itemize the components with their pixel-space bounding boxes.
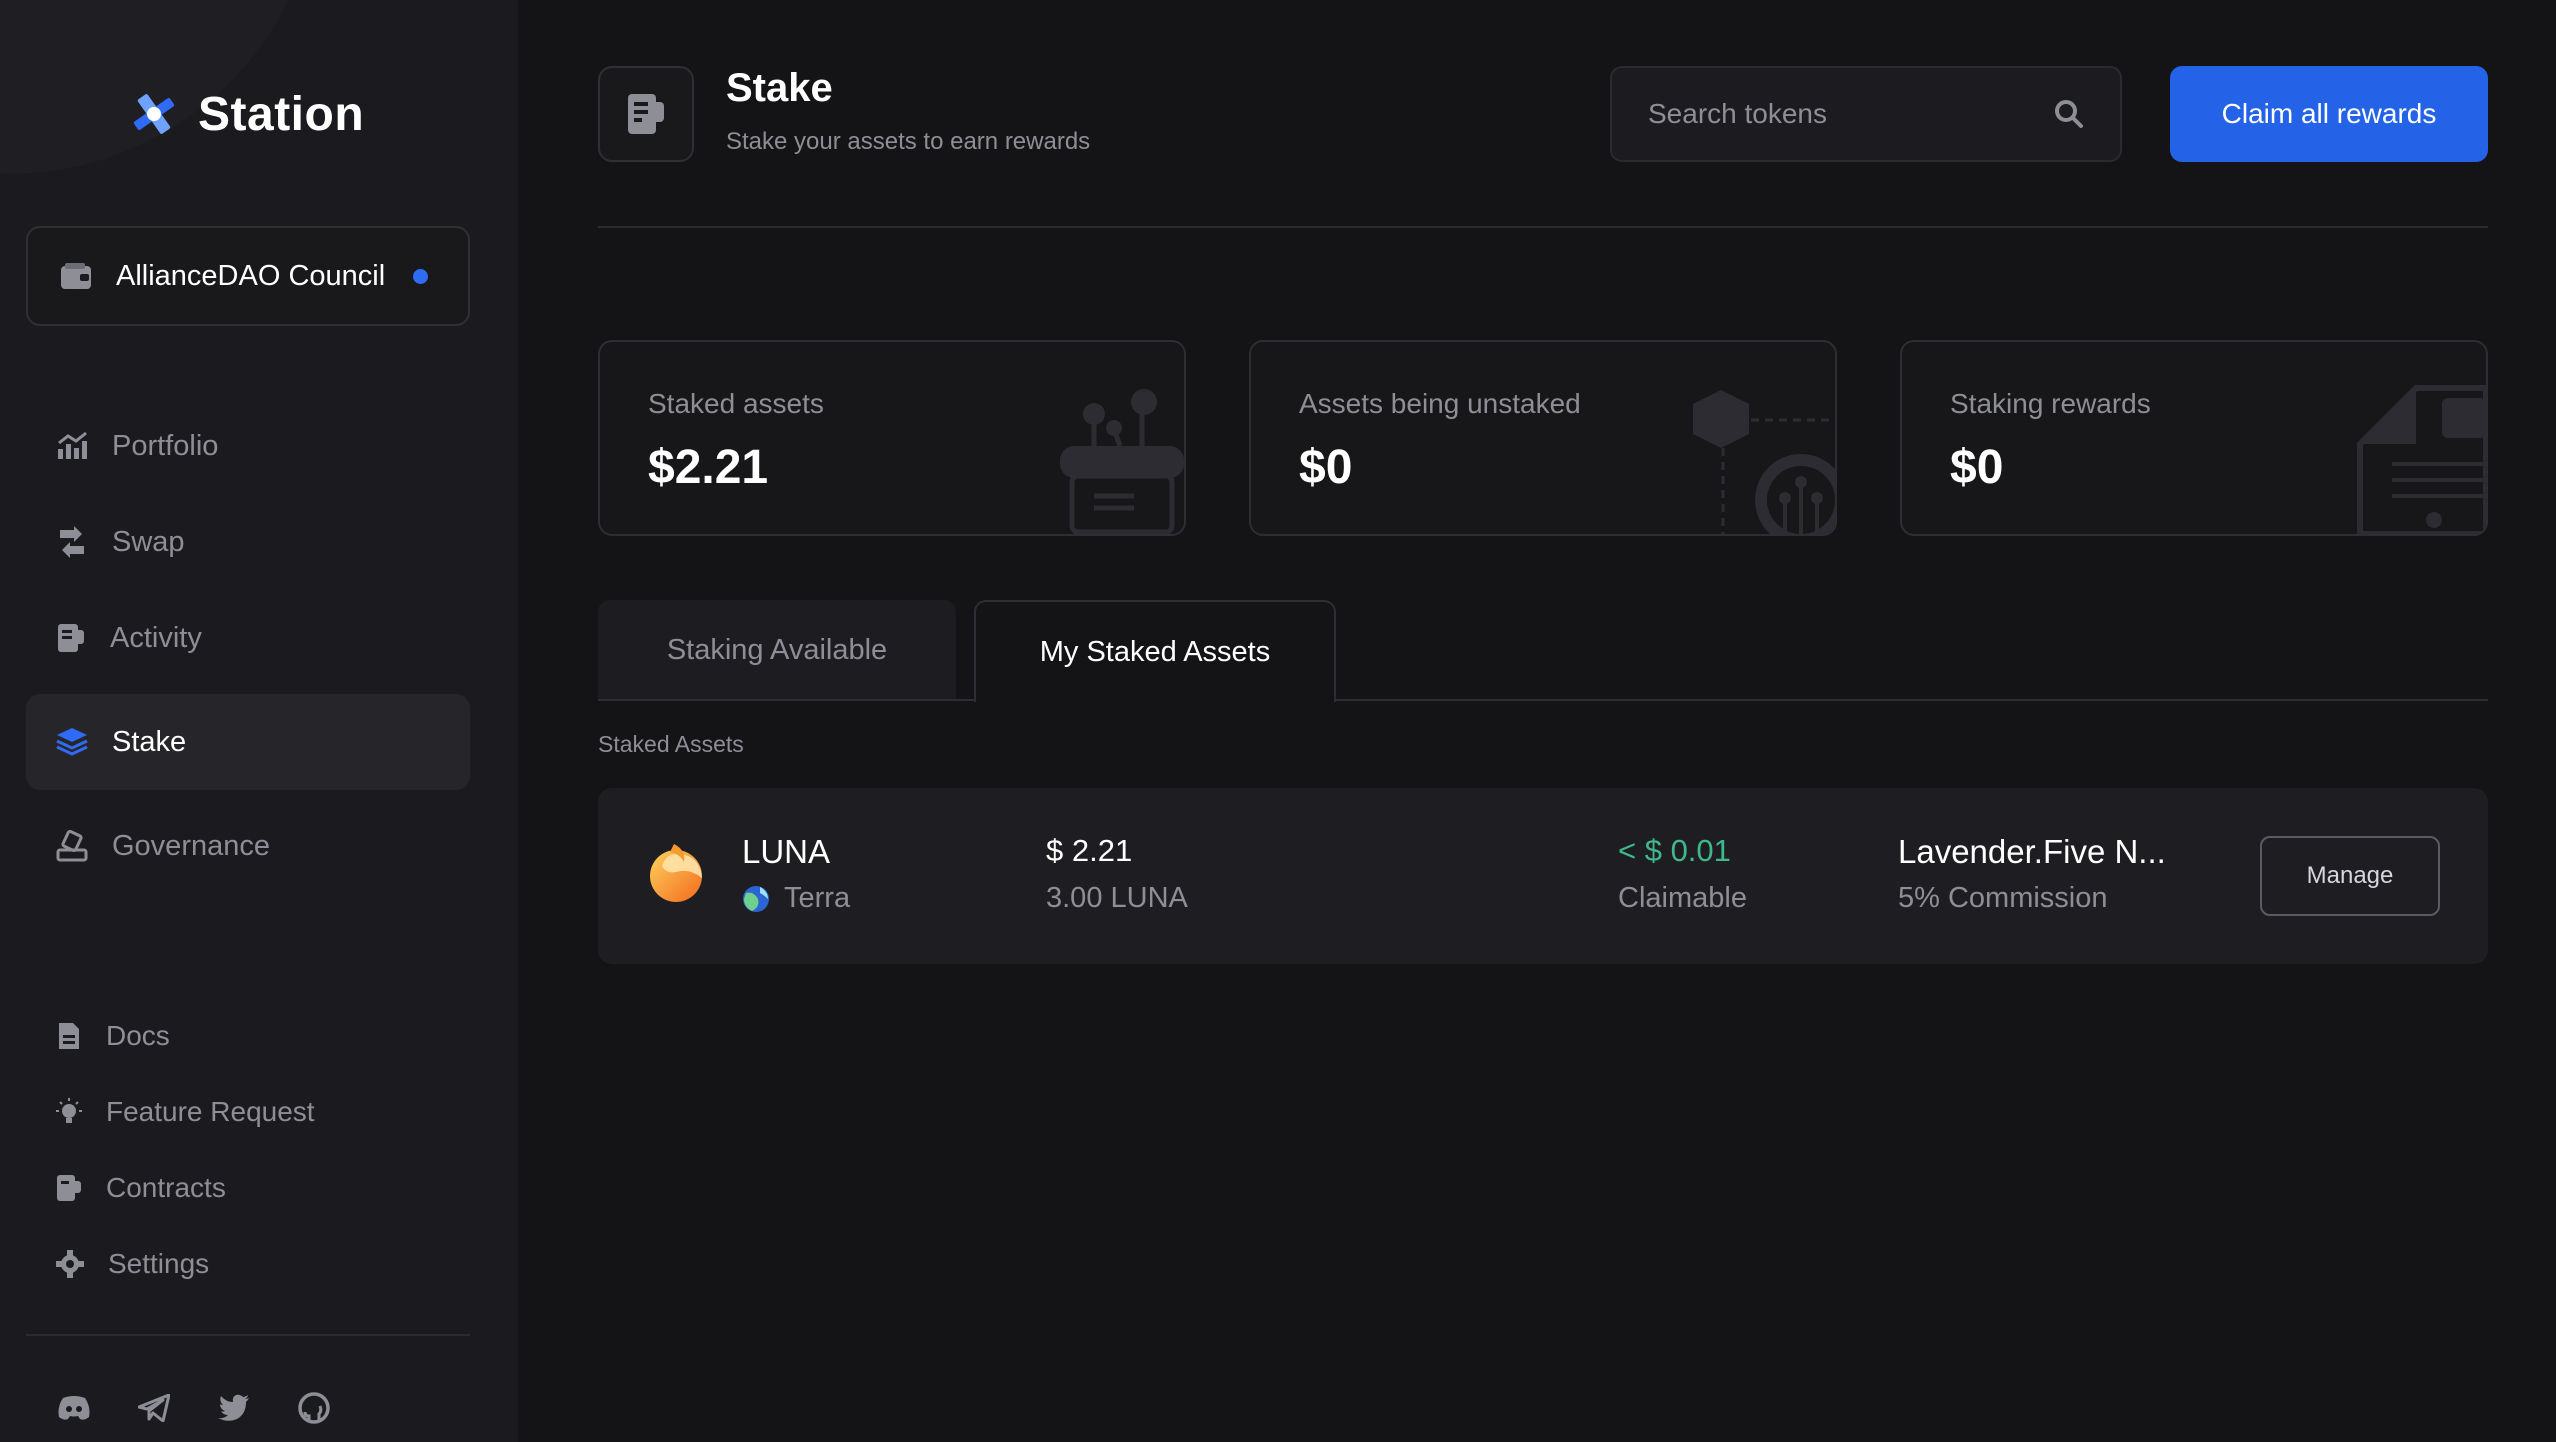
chart-icon — [58, 431, 87, 459]
gear-icon — [56, 1250, 84, 1278]
sidebar-item-label: Feature Request — [106, 1096, 315, 1127]
telegram-icon — [138, 1394, 170, 1422]
github-link[interactable] — [294, 1388, 334, 1428]
basket-illustration-icon — [1060, 389, 1184, 534]
app-logo[interactable]: Station — [128, 84, 364, 144]
section-label: Staked Assets — [598, 731, 744, 757]
reward-amount: < $ 0.01 — [1618, 833, 1731, 868]
layers-icon — [56, 728, 88, 756]
sidebar-item-label: Portfolio — [112, 429, 219, 462]
staked-value: $ 2.21 — [1046, 833, 1133, 868]
manage-button[interactable]: Manage — [2260, 836, 2440, 916]
stat-card-staking-rewards: Staking rewards $0 — [1900, 340, 2488, 536]
github-icon — [298, 1392, 330, 1424]
luna-token-icon — [650, 844, 702, 902]
tabs-divider — [1336, 699, 2488, 701]
sidebar-item-contracts[interactable]: Contracts — [56, 1163, 226, 1213]
swap-icon — [60, 526, 84, 558]
discord-link[interactable] — [54, 1388, 94, 1428]
sidebar-item-label: Governance — [112, 829, 270, 862]
sidebar-item-activity[interactable]: Activity — [26, 590, 470, 686]
search-box[interactable] — [1610, 66, 2122, 162]
sidebar-item-label: Docs — [106, 1020, 170, 1051]
terra-chain-icon — [743, 885, 769, 912]
twitter-icon — [218, 1394, 249, 1421]
wallet-selector-button[interactable]: AllianceDAO Council — [26, 226, 470, 326]
wallet-name: AllianceDAO Council — [116, 259, 386, 292]
sidebar-item-portfolio[interactable]: Portfolio — [26, 398, 470, 494]
stat-label: Staking rewards — [1950, 388, 2151, 419]
reward-label: Claimable — [1618, 882, 1747, 914]
sidebar-item-label: Settings — [108, 1248, 210, 1279]
stat-card-unstaking: Assets being unstaked $0 — [1249, 340, 1837, 536]
lightbulb-icon — [56, 1098, 82, 1123]
stat-label: Assets being unstaked — [1299, 388, 1581, 419]
header-divider — [598, 226, 2488, 228]
document-icon — [59, 1023, 79, 1049]
token-name: LUNA — [742, 833, 831, 870]
sidebar-item-stake[interactable]: Stake — [26, 694, 470, 790]
page-icon — [598, 66, 694, 162]
search-icon[interactable] — [2054, 99, 2084, 129]
staked-amount: 3.00 LUNA — [1046, 882, 1188, 914]
cube-network-illustration-icon — [1693, 390, 1835, 534]
wallet-status-dot — [413, 268, 429, 284]
satellite-logo-icon — [133, 94, 175, 134]
chain-info: Terra — [742, 882, 850, 915]
sidebar-item-label: Stake — [112, 725, 187, 758]
sidebar-item-label: Swap — [112, 525, 185, 558]
stat-label: Staked assets — [648, 388, 824, 419]
chain-name: Terra — [784, 882, 851, 914]
claim-all-rewards-button[interactable]: Claim all rewards — [2170, 66, 2488, 162]
wallet-icon — [61, 263, 91, 289]
twitter-link[interactable] — [214, 1388, 254, 1428]
sidebar-item-settings[interactable]: Settings — [56, 1239, 209, 1289]
sidebar-divider — [26, 1334, 470, 1336]
search-input[interactable] — [1648, 98, 2054, 130]
page-subtitle: Stake your assets to earn rewards — [726, 128, 1091, 155]
staked-asset-row: LUNA Terra $ 2.21 3.00 LUNA < $ 0.01 Cla… — [598, 788, 2488, 964]
discord-icon — [58, 1396, 90, 1420]
stat-value: $0 — [1299, 441, 1353, 494]
page-title: Stake — [726, 66, 833, 110]
sidebar-item-swap[interactable]: Swap — [26, 494, 470, 590]
tab-my-staked-assets[interactable]: My Staked Assets — [974, 600, 1336, 702]
receipt-icon — [58, 624, 84, 652]
app-name: Station — [198, 87, 365, 141]
tab-staking-available[interactable]: Staking Available — [598, 600, 956, 700]
document-illustration-icon — [2357, 385, 2486, 534]
validator-commission: 5% Commission — [1898, 882, 2108, 914]
sidebar-item-governance[interactable]: Governance — [26, 798, 470, 894]
sidebar-item-docs[interactable]: Docs — [56, 1011, 170, 1061]
sidebar-item-label: Activity — [110, 621, 202, 654]
sidebar-item-label: Contracts — [106, 1172, 226, 1203]
tabs-divider — [598, 699, 974, 701]
sidebar-item-feature-request[interactable]: Feature Request — [56, 1087, 315, 1137]
stat-value: $0 — [1950, 441, 2004, 494]
vote-icon — [56, 830, 88, 862]
receipt-icon — [628, 94, 664, 134]
stat-card-staked-assets: Staked assets $2.21 — [598, 340, 1186, 536]
sidebar: Station AllianceDAO Council Portfolio Sw… — [0, 0, 518, 1442]
validator-name: Lavender.Five N... — [1898, 833, 2166, 870]
stat-value: $2.21 — [648, 441, 769, 494]
telegram-link[interactable] — [134, 1388, 174, 1428]
contract-icon — [57, 1175, 81, 1201]
